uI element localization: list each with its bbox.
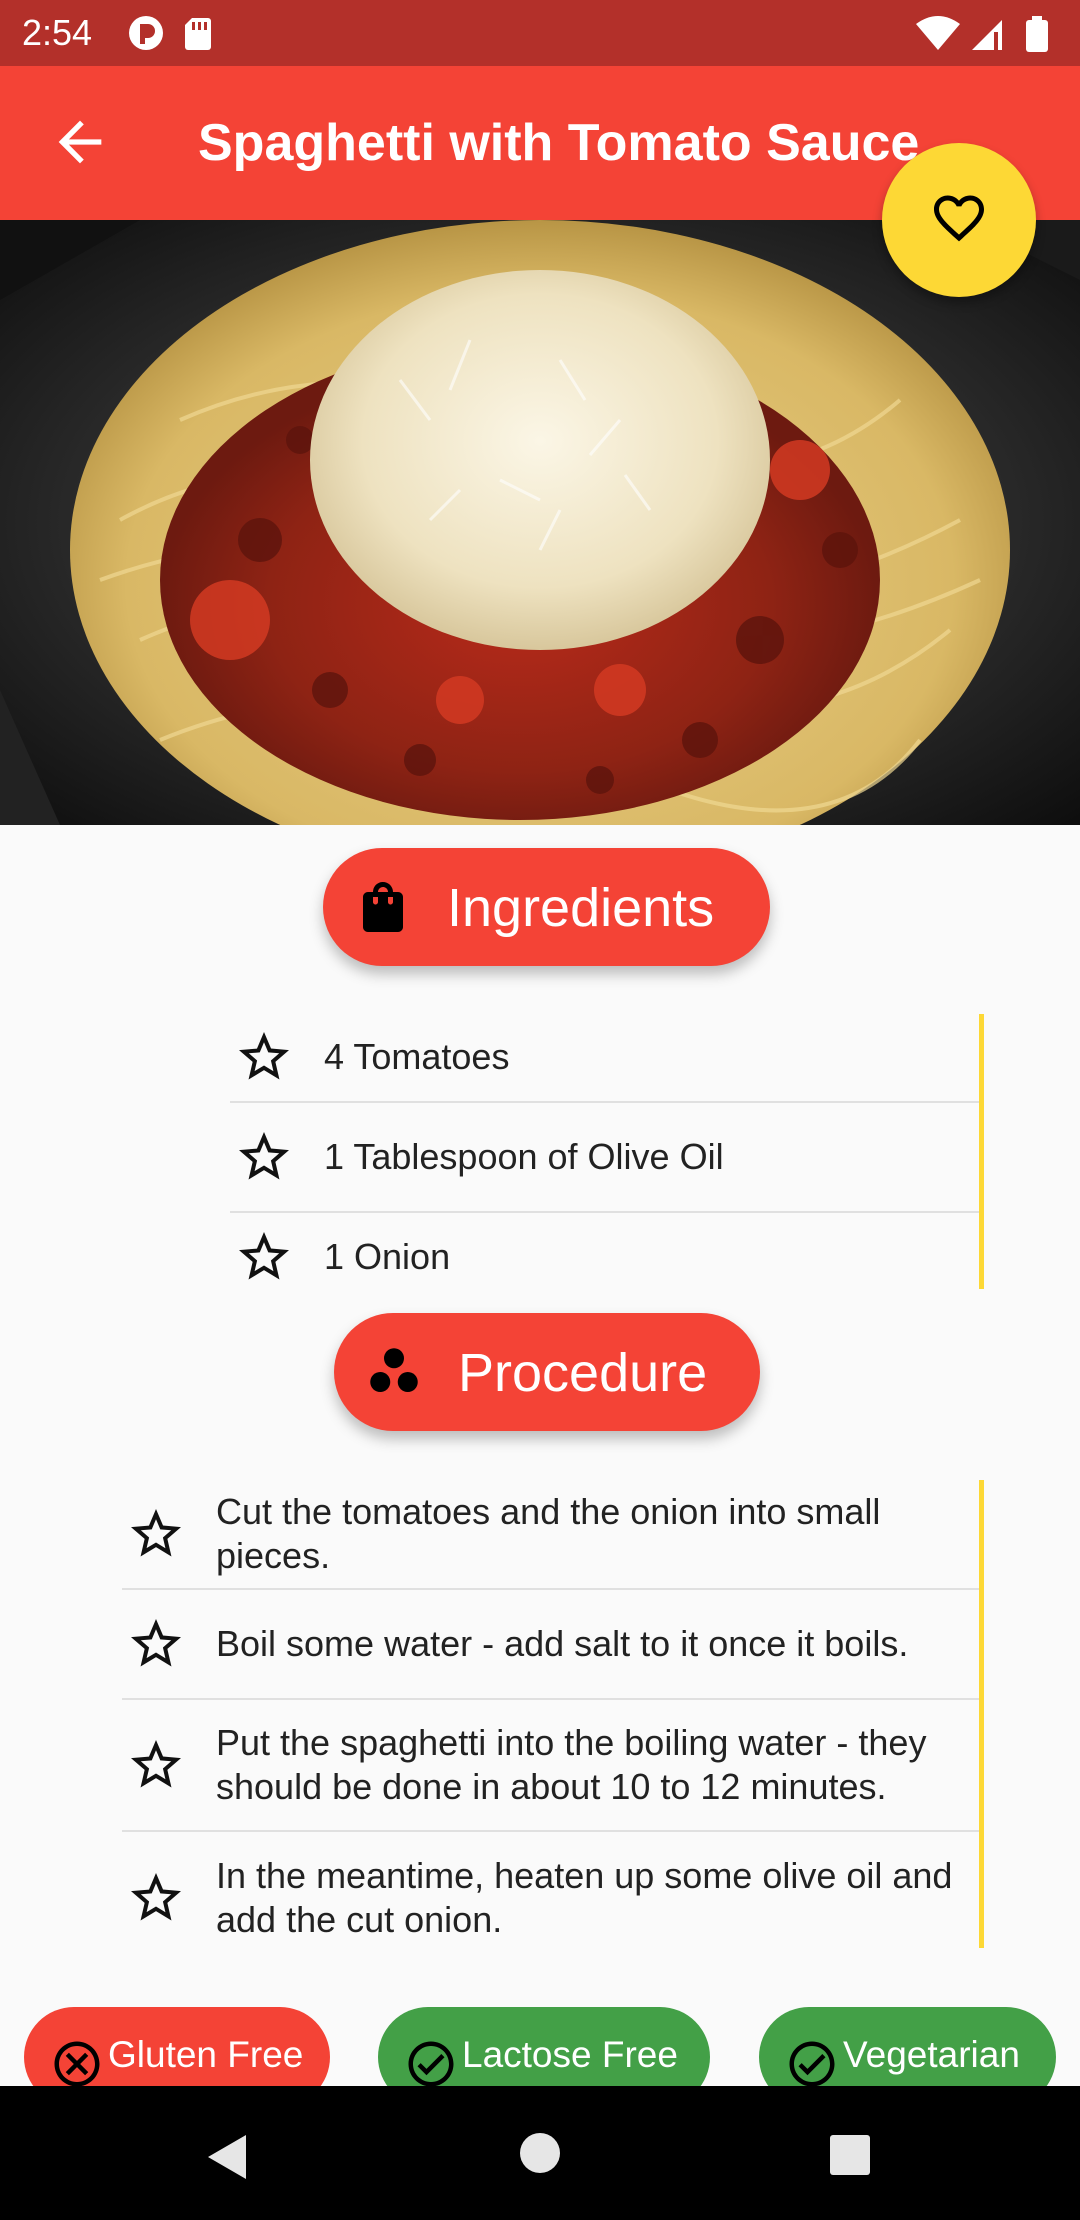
procedure-list[interactable]: Cut the tomatoes and the onion into smal… [122, 1480, 980, 1950]
procedure-header: Procedure [334, 1313, 760, 1431]
favorite-button[interactable] [882, 143, 1036, 297]
star-outline-icon [126, 1868, 186, 1928]
ingredients-title: Ingredients [447, 878, 715, 938]
star-outline-icon [234, 1127, 294, 1187]
procedure-scrollbar[interactable] [979, 1480, 984, 1948]
back-nav-icon[interactable] [204, 2133, 248, 2186]
heart-outline-icon [929, 188, 989, 253]
system-nav-bar [0, 2086, 1080, 2220]
status-system-icons [912, 14, 1062, 59]
chip-label: Lactose Free [462, 2034, 678, 2075]
status-bar: 2:54 [0, 0, 1080, 66]
recents-nav-icon[interactable] [829, 2134, 871, 2181]
shopping-bag-icon [353, 877, 413, 942]
battery-icon [1026, 20, 1048, 52]
status-time: 2:54 [22, 12, 93, 53]
star-outline-icon [234, 1227, 294, 1287]
star-outline-icon [126, 1504, 186, 1564]
list-item: Cut the tomatoes and the onion into smal… [122, 1480, 980, 1590]
arrow-left-icon[interactable] [48, 110, 112, 174]
list-item: Put the spaghetti into the boiling water… [122, 1700, 980, 1832]
procedure-title: Procedure [458, 1343, 708, 1403]
list-item: 4 Tomatoes [230, 1013, 980, 1103]
list-item: 1 Onion [230, 1213, 980, 1289]
grain-icon [364, 1342, 424, 1407]
wifi-icon [916, 16, 960, 50]
ingredients-header: Ingredients [323, 848, 770, 966]
list-item: In the meantime, heaten up some olive oi… [122, 1832, 980, 1964]
ingredients-scrollbar[interactable] [979, 1014, 984, 1289]
star-outline-icon [234, 1027, 294, 1087]
list-item: Boil some water - add salt to it once it… [122, 1590, 980, 1700]
list-item: 1 Tablespoon of Olive Oil [230, 1103, 980, 1213]
star-outline-icon [126, 1614, 186, 1674]
star-outline-icon [126, 1735, 186, 1795]
page-title: Spaghetti with Tomato Sauce [198, 114, 920, 172]
chip-label: Gluten Free [108, 2034, 304, 2075]
chip-label: Vegetarian [843, 2034, 1020, 2075]
home-nav-icon[interactable] [518, 2131, 562, 2180]
recipe-image [0, 220, 1080, 825]
ingredients-list[interactable]: 4 Tomatoes 1 Tablespoon of Olive Oil 1 O… [230, 1013, 980, 1289]
status-notification-icons [126, 14, 226, 59]
